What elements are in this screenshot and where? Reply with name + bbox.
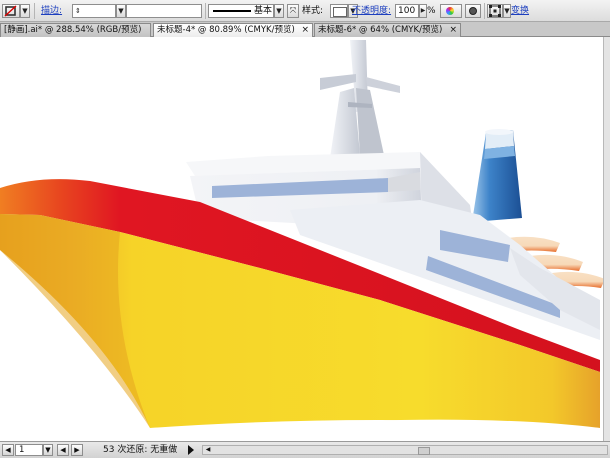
- brush-options-button[interactable]: ⤧: [287, 4, 299, 18]
- ship-funnel: [472, 129, 522, 222]
- control-bar: ▼ 描边: ⇕ ▼ 基本 ▼ ⤧ 样式: ▼ 不透明度: 100 ▶ % ▼ 变…: [0, 0, 610, 22]
- brush-style-label: 基本: [254, 6, 273, 16]
- stroke-label[interactable]: 描边:: [41, 5, 62, 17]
- style-label: 样式:: [302, 6, 324, 16]
- brush-definition-field[interactable]: 基本: [208, 4, 274, 18]
- tab-title: 未标题-4* @ 80.89% (CMYK/预览): [157, 25, 295, 35]
- artboard-number-field[interactable]: 1: [15, 444, 43, 456]
- isolate-button[interactable]: [465, 4, 481, 18]
- status-text: 53 次还原: 无重做: [103, 445, 178, 455]
- stroke-weight-dropdown-arrow[interactable]: ▼: [116, 4, 126, 18]
- opacity-value: 100: [398, 6, 416, 16]
- opacity-label[interactable]: 不透明度:: [352, 5, 391, 17]
- close-icon[interactable]: ×: [301, 24, 309, 36]
- reference-point-button[interactable]: [487, 4, 503, 18]
- first-artboard-button[interactable]: ◀: [2, 444, 14, 456]
- none-stroke-icon: [4, 5, 17, 17]
- stroke-weight-field[interactable]: ⇕: [72, 4, 116, 18]
- scrollbar-thumb[interactable]: [418, 447, 430, 455]
- tab-document-3[interactable]: 未标题-6* @ 64% (CMYK/预览) ×: [314, 23, 461, 37]
- expand-icon: ⤧: [289, 6, 297, 15]
- ship-mast: [320, 40, 400, 158]
- stroke-color-dropdown-arrow[interactable]: ▼: [20, 4, 30, 18]
- recolor-icon: [446, 7, 454, 15]
- tab-title: [静画].ai* @ 288.54% (RGB/预览): [4, 25, 142, 35]
- tab-document-1[interactable]: [静画].ai* @ 288.54% (RGB/预览): [0, 23, 151, 37]
- recolor-artwork-button[interactable]: [440, 4, 462, 18]
- graphic-style-swatch[interactable]: [330, 4, 348, 18]
- tab-document-2[interactable]: 未标题-4* @ 80.89% (CMYK/预览) ×: [153, 23, 313, 37]
- artboard-dropdown-arrow[interactable]: ▼: [43, 444, 53, 456]
- document-tab-bar: [静画].ai* @ 288.54% (RGB/预览) 未标题-4* @ 80.…: [0, 22, 610, 37]
- transform-link[interactable]: 变换: [511, 5, 529, 17]
- separator: [34, 3, 35, 19]
- separator: [205, 3, 206, 19]
- brush-dropdown-arrow[interactable]: ▼: [274, 4, 284, 18]
- separator: [484, 3, 485, 19]
- vertical-scrollbar[interactable]: [603, 37, 610, 441]
- tab-title: 未标题-6* @ 64% (CMYK/预览): [318, 25, 443, 35]
- next-artboard-button[interactable]: ▶: [71, 444, 83, 456]
- opacity-dropdown-arrow[interactable]: ▶: [419, 4, 427, 18]
- close-icon[interactable]: ×: [449, 24, 457, 36]
- play-icon[interactable]: [188, 445, 194, 455]
- opacity-field[interactable]: 100: [395, 4, 419, 18]
- artboard-canvas[interactable]: [0, 37, 610, 441]
- reference-point-icon: [489, 5, 501, 17]
- reference-point-dropdown-arrow[interactable]: ▼: [503, 4, 511, 18]
- stroke-weight-stepper[interactable]: ⇕: [75, 5, 81, 17]
- variable-width-profile-field[interactable]: [126, 4, 202, 18]
- stroke-color-swatch[interactable]: [2, 4, 20, 18]
- artboard-number-value: 1: [19, 445, 25, 455]
- isolate-circle-icon: [469, 7, 477, 15]
- previous-artboard-button[interactable]: ◀: [57, 444, 69, 456]
- brush-line-preview: [213, 10, 251, 12]
- style-swatch-preview: [333, 7, 347, 17]
- status-bar: ◀ 1 ▼ ◀ ▶ 53 次还原: 无重做 ◀: [0, 441, 610, 458]
- ship-illustration: [0, 40, 605, 441]
- scrollbar-left-arrow[interactable]: ◀: [203, 446, 213, 454]
- percent-sign: %: [427, 6, 436, 16]
- horizontal-scrollbar[interactable]: ◀: [202, 445, 608, 455]
